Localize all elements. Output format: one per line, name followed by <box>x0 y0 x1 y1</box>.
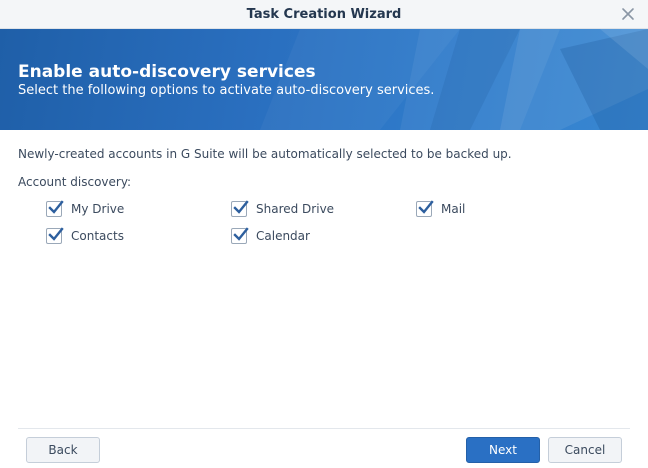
my-drive-checkbox[interactable]: My Drive <box>46 200 124 218</box>
cancel-button[interactable]: Cancel <box>548 437 622 463</box>
checkbox-label: My Drive <box>71 202 125 216</box>
checkmark-icon <box>48 227 64 241</box>
checkmark-icon <box>48 200 64 214</box>
checkbox-box[interactable] <box>46 200 64 217</box>
checkbox-label: Calendar <box>256 229 310 243</box>
shared-drive-checkbox[interactable]: Shared Drive <box>231 200 334 218</box>
page-title: Enable auto-discovery services <box>18 62 316 82</box>
checkbox-box[interactable] <box>231 227 249 244</box>
account-discovery-label: Account discovery: <box>18 175 132 189</box>
checkbox-label: Shared Drive <box>256 202 335 216</box>
close-icon[interactable] <box>620 6 636 22</box>
checkmark-icon <box>418 200 434 214</box>
title-bar: Task Creation Wizard <box>0 0 648 29</box>
checkmark-icon <box>233 227 249 241</box>
info-text: Newly-created accounts in G Suite will b… <box>18 147 512 161</box>
checkbox-label: Contacts <box>71 229 124 243</box>
next-button[interactable]: Next <box>466 437 540 463</box>
header-banner: Enable auto-discovery services Select th… <box>0 29 648 130</box>
back-button[interactable]: Back <box>26 437 100 463</box>
calendar-checkbox[interactable]: Calendar <box>231 227 310 245</box>
checkbox-box[interactable] <box>46 227 64 244</box>
checkbox-box[interactable] <box>416 200 434 217</box>
page-subtitle: Select the following options to activate… <box>18 83 435 98</box>
checkbox-label: Mail <box>441 202 466 216</box>
contacts-checkbox[interactable]: Contacts <box>46 227 124 245</box>
checkbox-box[interactable] <box>231 200 249 217</box>
checkmark-icon <box>233 200 249 214</box>
mail-checkbox[interactable]: Mail <box>416 200 465 218</box>
window-title: Task Creation Wizard <box>246 7 402 22</box>
footer-divider <box>18 428 630 429</box>
